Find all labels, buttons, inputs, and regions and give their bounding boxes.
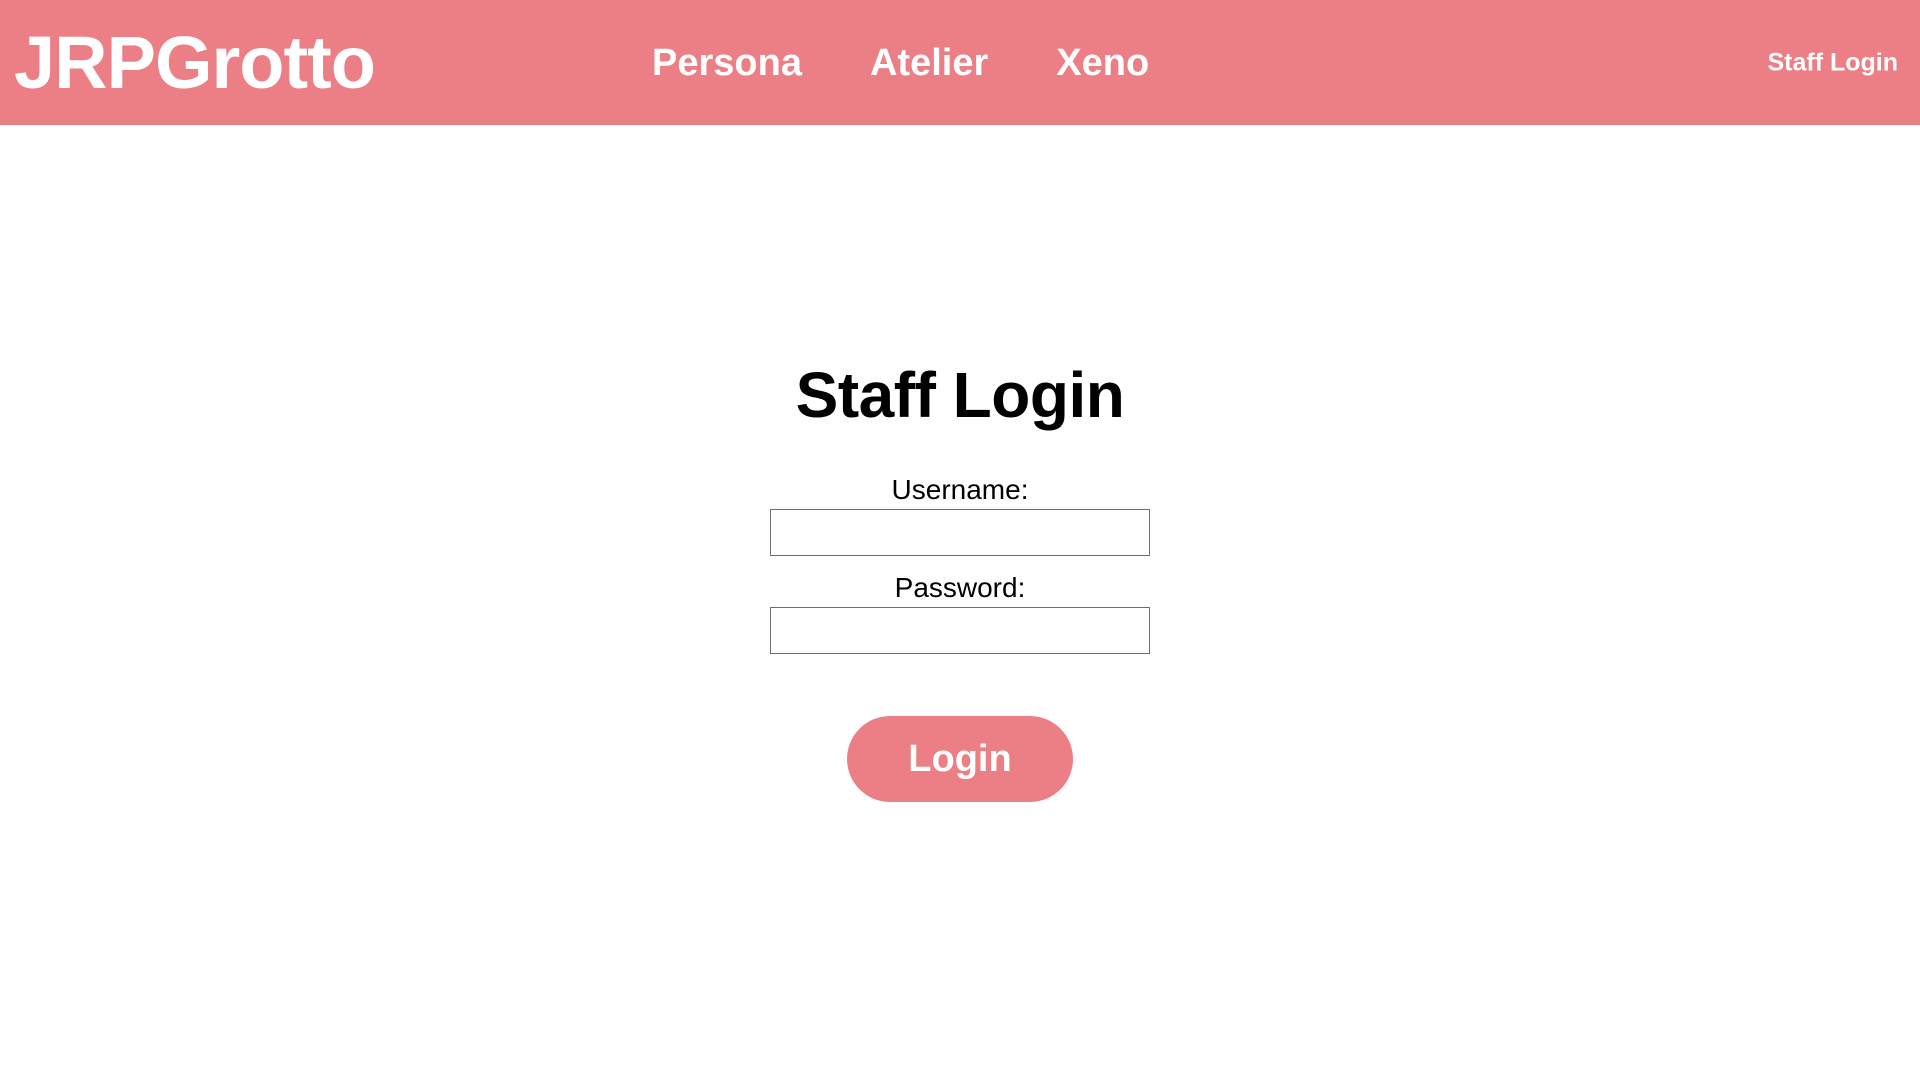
login-form: Username: Password: Login (0, 471, 1920, 802)
nav-link-atelier[interactable]: Atelier (870, 44, 988, 82)
site-header: JRPGrotto Persona Atelier Xeno Staff Log… (0, 0, 1920, 125)
password-field-group: Password: (770, 569, 1150, 654)
page-title: Staff Login (795, 359, 1125, 431)
password-label: Password: (894, 571, 1026, 603)
page-main: Staff Login Username: Password: Login (0, 125, 1920, 1080)
main-nav: Persona Atelier Xeno (652, 44, 1149, 82)
brand-logo[interactable]: JRPGrotto (14, 25, 376, 100)
username-label: Username: (891, 474, 1029, 505)
password-input[interactable] (770, 606, 1150, 654)
username-input[interactable] (770, 508, 1150, 556)
nav-link-persona[interactable]: Persona (652, 44, 802, 82)
staff-login-link[interactable]: Staff Login (1767, 50, 1898, 75)
username-field-group: Username: (770, 471, 1150, 556)
login-button[interactable]: Login (847, 715, 1073, 802)
nav-link-xeno[interactable]: Xeno (1056, 44, 1149, 82)
